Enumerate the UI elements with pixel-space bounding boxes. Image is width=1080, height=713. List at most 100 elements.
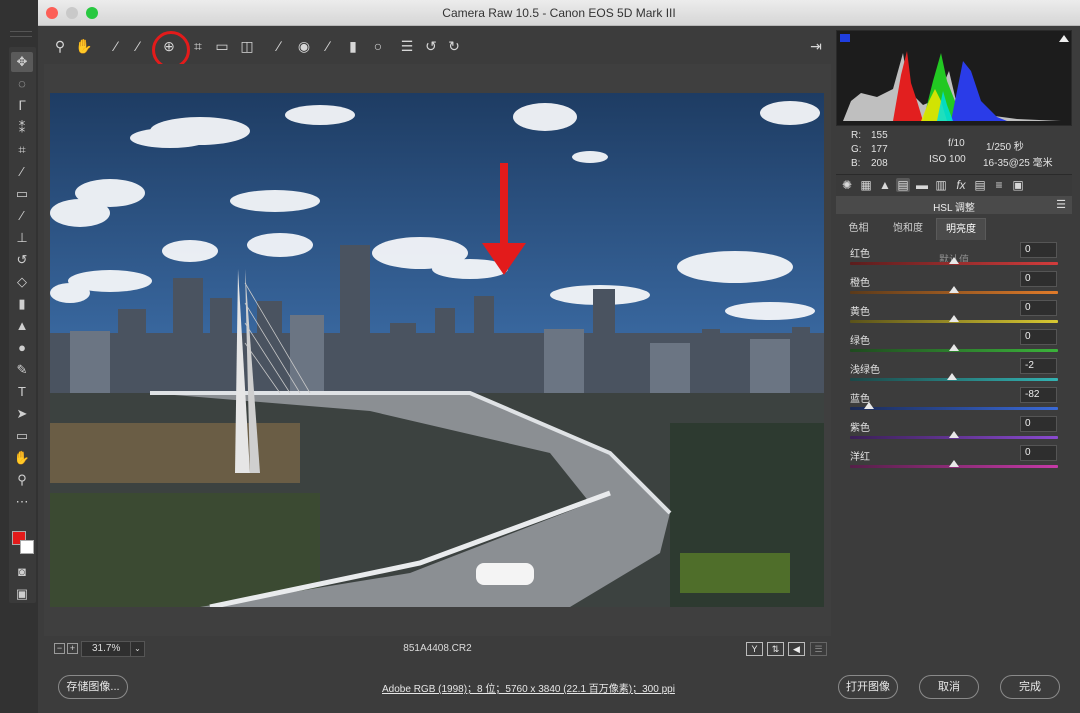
slider-thumb[interactable] [949, 315, 959, 322]
rotate-left-icon[interactable]: ↺ [421, 36, 441, 56]
fullscreen-icon[interactable]: ⇥ [806, 36, 826, 56]
graduated-filter-icon[interactable]: ▮ [343, 36, 363, 56]
rotate-right-icon[interactable]: ↻ [444, 36, 464, 56]
panel-menu-icon[interactable]: ☰ [1056, 198, 1066, 211]
before-after-view-button[interactable]: Y [746, 642, 763, 656]
slider-value-input[interactable]: -2 [1020, 358, 1057, 374]
file-name: 851A4408.CR2 [403, 643, 472, 654]
slider-value-input[interactable]: 0 [1020, 271, 1057, 287]
pen-tool-icon[interactable]: ✎ [11, 360, 33, 380]
lens-corrections-icon[interactable]: ▥ [934, 178, 948, 192]
slider-track[interactable] [850, 407, 1058, 410]
brush-tool-icon[interactable]: ∕ [11, 206, 33, 226]
more-tools-icon[interactable]: ⋯ [11, 492, 33, 512]
toolbar-grip[interactable] [10, 31, 32, 37]
basic-panel-icon[interactable]: ✺ [840, 178, 854, 192]
hand-icon[interactable]: ✋ [74, 36, 94, 56]
radial-filter-icon[interactable]: ○ [368, 36, 388, 56]
color-sampler-icon[interactable]: ⁄ [128, 36, 148, 56]
done-button[interactable]: 完成 [1000, 675, 1060, 699]
tone-curve-icon[interactable]: ▦ [859, 178, 873, 192]
red-eye-icon[interactable]: ◉ [294, 36, 314, 56]
swap-settings-icon[interactable]: ⇅ [767, 642, 784, 656]
snapshots-icon[interactable]: ▣ [1011, 178, 1025, 192]
path-select-icon[interactable]: ➤ [11, 404, 33, 424]
slider-value-input[interactable]: 0 [1020, 300, 1057, 316]
highlight-clip-icon [1059, 35, 1069, 42]
slider-thumb[interactable] [949, 460, 959, 467]
background-color-swatch[interactable] [20, 540, 34, 554]
lens-focal: 16-35@25 毫米 [983, 158, 1053, 169]
gradient-icon[interactable]: ▮ [11, 294, 33, 314]
slider-row: 红色 0 [850, 242, 1058, 273]
dodge-tool-icon[interactable]: ● [11, 338, 33, 358]
hand-tool-icon[interactable]: ✋ [11, 448, 33, 468]
history-brush-icon[interactable]: ↺ [11, 250, 33, 270]
split-toning-icon[interactable]: ▬ [915, 178, 929, 192]
open-image-button[interactable]: 打开图像 [838, 675, 898, 699]
iso: ISO 100 [929, 154, 966, 165]
cancel-button[interactable]: 取消 [919, 675, 979, 699]
move-tool-icon[interactable]: ✥ [11, 52, 33, 72]
magic-wand-icon[interactable]: ⁑ [11, 118, 33, 138]
slider-label: 紫色 [850, 423, 870, 434]
panel-header: HSL 调整 ☰ [836, 196, 1072, 214]
white-balance-icon[interactable]: ⁄ [106, 36, 126, 56]
slider-thumb[interactable] [949, 344, 959, 351]
slider-label: 绿色 [850, 336, 870, 347]
preferences-icon[interactable]: ☰ [397, 36, 417, 56]
save-image-button[interactable]: 存储图像... [58, 675, 128, 699]
slider-value-input[interactable]: 0 [1020, 242, 1057, 258]
zoom-icon[interactable]: ⚲ [50, 36, 70, 56]
histogram [836, 30, 1072, 126]
toggle-settings-icon[interactable]: ☰ [810, 642, 827, 656]
slider-thumb[interactable] [949, 431, 959, 438]
detail-icon[interactable]: ▲ [878, 178, 892, 192]
type-tool-icon[interactable]: T [11, 382, 33, 402]
slider-thumb[interactable] [863, 402, 874, 409]
eyedropper-icon[interactable]: ⁄ [11, 162, 33, 182]
slider-row: 蓝色 -82 [850, 387, 1058, 418]
crop-icon[interactable]: ⌗ [188, 36, 208, 56]
tab-hue[interactable]: 色相 [836, 218, 881, 240]
calibration-icon[interactable]: ▤ [973, 178, 987, 192]
screen-mode-icon[interactable]: ▣ [11, 584, 33, 604]
transform-icon[interactable]: ◫ [237, 36, 257, 56]
b-value: 208 [871, 158, 888, 169]
slider-label: 浅绿色 [850, 365, 880, 376]
presets-icon[interactable]: ≡ [992, 178, 1006, 192]
slider-value-input[interactable]: 0 [1020, 416, 1057, 432]
lasso-tool-icon[interactable]: ᒥ [11, 96, 33, 116]
healing-brush-icon[interactable]: ▭ [11, 184, 33, 204]
image-info: R: 155 G: 177 B: 208 f/10 1/250 秒 ISO 10… [836, 126, 1072, 172]
copy-settings-icon[interactable]: ◀ [788, 642, 805, 656]
slider-thumb[interactable] [949, 286, 959, 293]
tab-saturation[interactable]: 饱和度 [884, 218, 932, 240]
effects-icon[interactable]: fx [954, 178, 968, 192]
clone-stamp-icon[interactable]: ⊥ [11, 228, 33, 248]
g-value: 177 [871, 144, 888, 155]
slider-row: 绿色 0 [850, 329, 1058, 360]
slider-value-input[interactable]: 0 [1020, 445, 1057, 461]
quick-mask-icon[interactable]: ◙ [11, 562, 33, 582]
slider-value-input[interactable]: -82 [1020, 387, 1057, 403]
slider-thumb[interactable] [946, 373, 957, 380]
spot-removal-icon[interactable]: ∕ [269, 36, 289, 56]
adjustment-brush-icon[interactable]: ∕ [318, 36, 338, 56]
marquee-tool-icon[interactable]: ◌ [11, 74, 33, 94]
tab-luminance[interactable]: 明亮度 [936, 218, 986, 240]
b-label: B: [851, 158, 861, 169]
eraser-icon[interactable]: ◇ [11, 272, 33, 292]
shutter-speed: 1/250 秒 [986, 142, 1024, 153]
blur-tool-icon[interactable]: ▲ [11, 316, 33, 336]
crop-tool-icon[interactable]: ⌗ [11, 140, 33, 160]
straighten-icon[interactable]: ▭ [212, 36, 232, 56]
workflow-options-link[interactable]: Adobe RGB (1998)；8 位；5760 x 3840 (22.1 百… [382, 680, 675, 695]
preview-area [44, 64, 831, 636]
slider-value-input[interactable]: 0 [1020, 329, 1057, 345]
preview-photo[interactable] [50, 93, 824, 607]
slider-thumb[interactable] [949, 257, 959, 264]
zoom-tool-icon[interactable]: ⚲ [11, 470, 33, 490]
hsl-panel-icon[interactable]: ▤ [896, 178, 910, 192]
shape-tool-icon[interactable]: ▭ [11, 426, 33, 446]
